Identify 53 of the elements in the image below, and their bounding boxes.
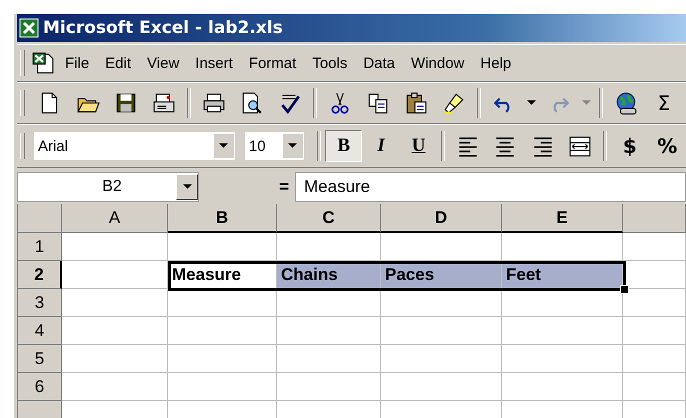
table-cell — [623, 317, 686, 345]
fill-handle[interactable] — [620, 285, 629, 294]
menu-item[interactable]: File — [57, 54, 98, 72]
globe-icon[interactable] — [614, 91, 638, 115]
menu-item[interactable]: Insert — [187, 54, 241, 72]
formula-field[interactable]: Measure — [295, 172, 686, 202]
name-box[interactable]: B2 — [17, 172, 199, 202]
select-all-button[interactable] — [18, 204, 62, 233]
copy-icon[interactable] — [366, 91, 390, 115]
caret-icon[interactable] — [288, 143, 298, 149]
number-format-button[interactable]: % — [648, 130, 686, 162]
style-button[interactable]: U — [400, 130, 438, 162]
paste-icon[interactable] — [404, 91, 428, 115]
row-header[interactable]: 1 — [18, 233, 62, 261]
menu-item[interactable]: Edit — [97, 54, 140, 72]
row-header[interactable]: 5 — [18, 345, 62, 373]
menu-item[interactable]: Format — [240, 54, 304, 72]
caret-icon[interactable] — [219, 143, 228, 149]
column-header[interactable]: B — [168, 204, 277, 233]
caret-icon[interactable] — [527, 100, 536, 106]
merge-center-icon[interactable] — [568, 134, 592, 158]
paintbrush-icon[interactable] — [442, 91, 466, 115]
row-header[interactable]: 2 — [18, 261, 62, 289]
font-size-field[interactable]: 10 — [244, 131, 305, 161]
spreadsheet-icon — [19, 18, 39, 38]
style-button[interactable]: B — [324, 130, 362, 162]
column-header[interactable]: D — [381, 204, 502, 233]
printer-icon[interactable] — [202, 91, 226, 115]
workbook-icon[interactable] — [31, 51, 55, 75]
table-cell — [623, 345, 686, 373]
row-header[interactable]: 4 — [18, 317, 62, 345]
caret-icon[interactable] — [182, 184, 192, 190]
equals-sign: = — [279, 177, 289, 197]
number-format-button[interactable]: $ — [611, 130, 648, 162]
menu-item[interactable]: Data — [355, 54, 404, 72]
style-button[interactable]: I — [362, 130, 400, 162]
row-header[interactable]: 6 — [18, 373, 62, 401]
column-header[interactable]: C — [277, 204, 381, 233]
column-header[interactable] — [623, 204, 686, 233]
menu-item[interactable]: Tools — [304, 54, 356, 72]
column-header[interactable]: A — [62, 204, 168, 233]
table-cell — [623, 233, 686, 261]
menu-item[interactable]: Help — [472, 54, 520, 72]
table-cell — [623, 373, 686, 401]
print-preview-icon[interactable] — [240, 91, 264, 115]
row-header[interactable]: 3 — [18, 289, 62, 317]
autosum-button[interactable]: Σ — [645, 87, 683, 119]
font-field[interactable]: Arial — [32, 131, 236, 161]
menu-item[interactable]: Window — [403, 54, 472, 72]
window-title: Microsoft Excel - lab2.xls — [43, 18, 283, 38]
menu-item[interactable]: View — [139, 54, 188, 72]
mail-icon[interactable] — [152, 91, 176, 115]
column-header[interactable]: E — [502, 204, 623, 233]
